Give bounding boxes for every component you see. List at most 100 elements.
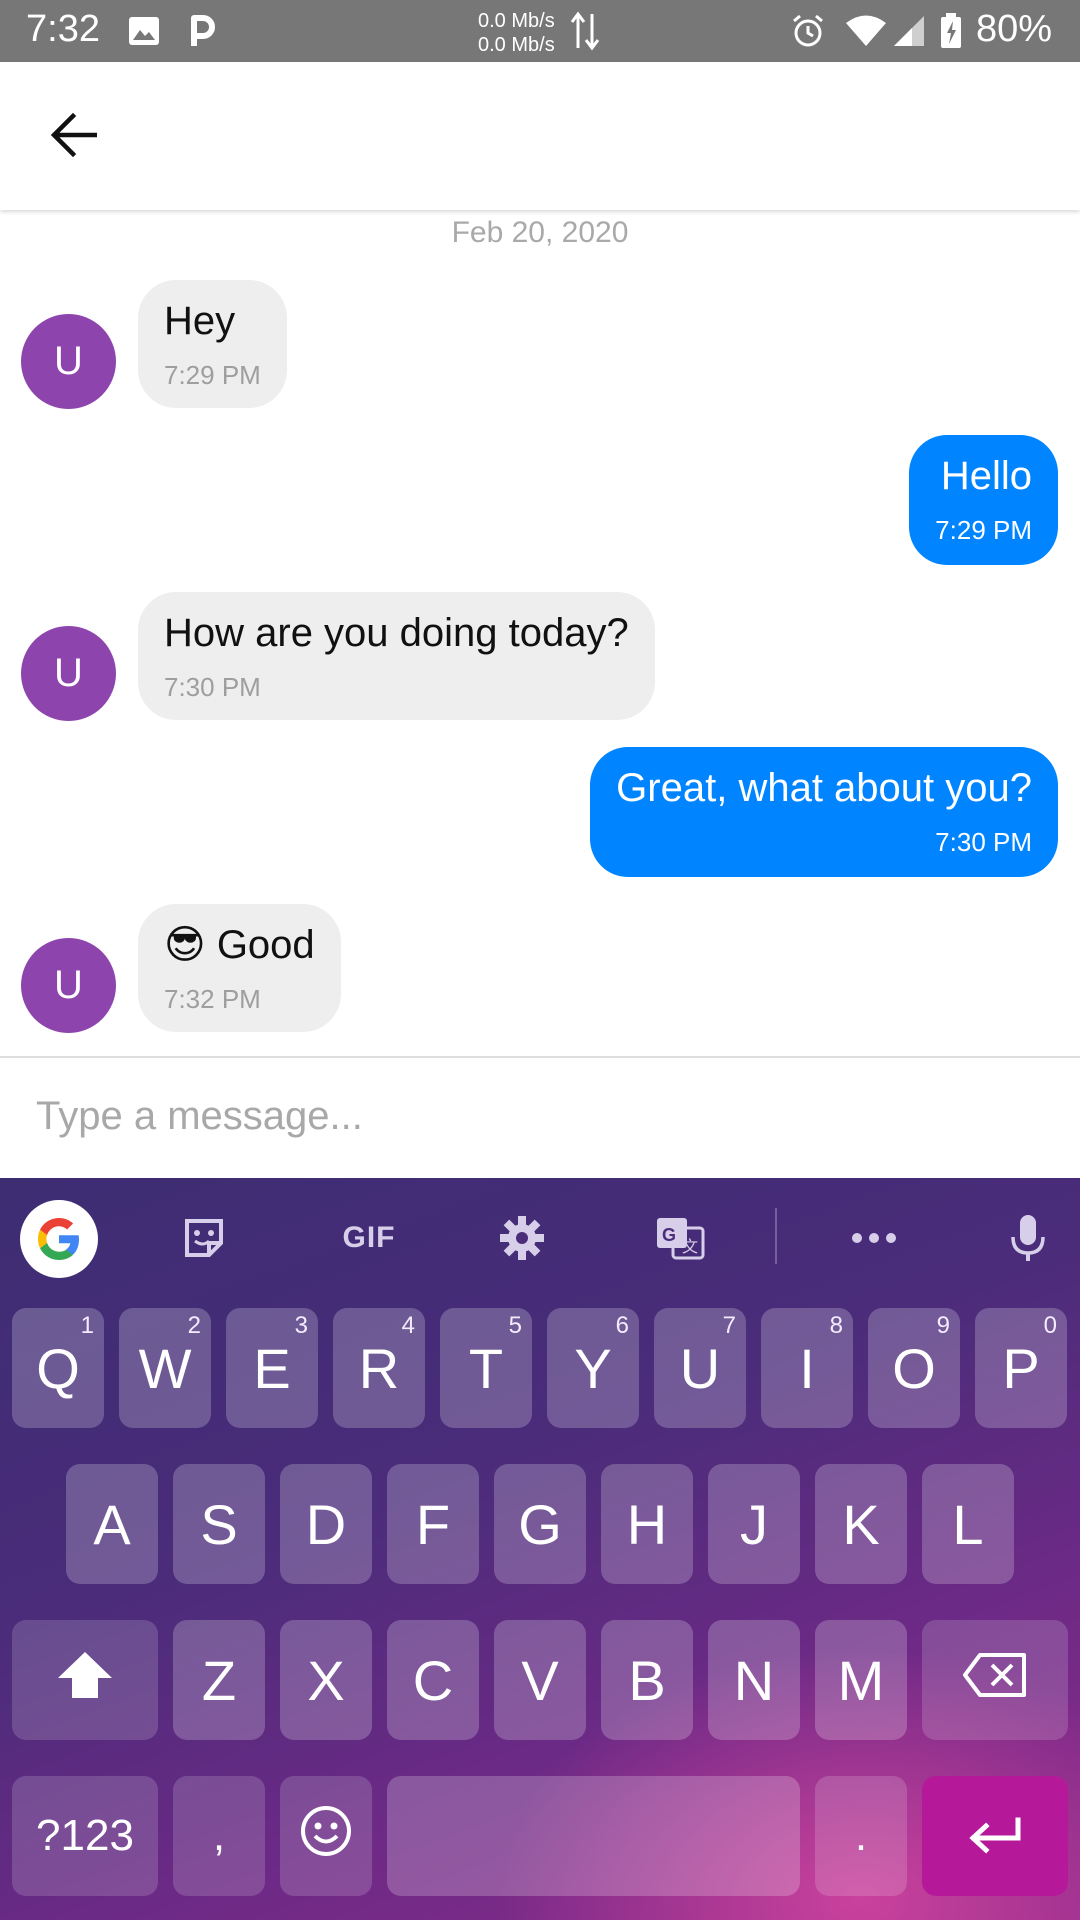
key-label: M xyxy=(837,1648,885,1712)
message-time: 7:29 PM xyxy=(935,515,1032,545)
key-label: K xyxy=(842,1492,880,1556)
gif-button[interactable]: GIF xyxy=(324,1200,414,1276)
key-label: H xyxy=(626,1492,668,1556)
key-b[interactable]: B xyxy=(601,1620,693,1740)
key-hint: 2 xyxy=(187,1312,201,1339)
app-toolbar xyxy=(0,62,1080,210)
key-label: L xyxy=(952,1492,984,1556)
backspace-key[interactable] xyxy=(922,1620,1068,1740)
key-h[interactable]: H xyxy=(601,1464,693,1584)
sticker-icon[interactable] xyxy=(166,1200,242,1276)
key-d[interactable]: D xyxy=(280,1464,372,1584)
avatar[interactable]: U xyxy=(21,314,116,409)
microphone-icon[interactable] xyxy=(990,1200,1066,1276)
key-label: . xyxy=(854,1811,868,1860)
avatar[interactable]: U xyxy=(21,938,116,1033)
key-x[interactable]: X xyxy=(280,1620,372,1740)
message-text: Hello xyxy=(940,454,1032,498)
battery-percent: 80% xyxy=(976,8,1053,50)
key-z[interactable]: Z xyxy=(173,1620,265,1740)
key-label: X xyxy=(307,1648,345,1712)
message-text: How are you doing today? xyxy=(164,611,629,655)
key-label: Y xyxy=(574,1336,612,1400)
key-c[interactable]: C xyxy=(387,1620,479,1740)
key-hint: 3 xyxy=(294,1312,308,1339)
key-hint: 7 xyxy=(722,1312,736,1339)
key-k[interactable]: K xyxy=(815,1464,907,1584)
parking-app-icon xyxy=(186,14,216,48)
key-label: J xyxy=(740,1492,768,1556)
shift-icon xyxy=(56,1650,114,1711)
space-key[interactable] xyxy=(387,1776,800,1896)
toolbar-separator xyxy=(775,1208,777,1264)
key-label: T xyxy=(468,1336,504,1400)
key-hint: 9 xyxy=(936,1312,950,1339)
image-icon xyxy=(128,14,160,48)
google-icon[interactable] xyxy=(20,1200,98,1278)
key-e[interactable]: E3 xyxy=(226,1308,318,1428)
key-t[interactable]: T5 xyxy=(440,1308,532,1428)
back-button[interactable] xyxy=(38,102,108,172)
incoming-message-bubble[interactable]: How are you doing today? 7:30 PM xyxy=(138,592,655,720)
soft-keyboard: GIF G文 Q1 W2 E3 R4 T5 Y6 U7 I8 O9 P0 A S… xyxy=(0,1178,1080,1920)
key-r[interactable]: R4 xyxy=(333,1308,425,1428)
key-l[interactable]: L xyxy=(922,1464,1014,1584)
shift-key[interactable] xyxy=(12,1620,158,1740)
network-speed: 0.0 Mb/s 0.0 Mb/s xyxy=(478,9,555,57)
svg-text:G: G xyxy=(662,1225,676,1245)
key-i[interactable]: I8 xyxy=(761,1308,853,1428)
key-label: D xyxy=(305,1492,347,1556)
key-j[interactable]: J xyxy=(708,1464,800,1584)
key-p[interactable]: P0 xyxy=(975,1308,1067,1428)
key-hint: 0 xyxy=(1043,1312,1057,1339)
message-text: Great, what about you? xyxy=(616,766,1032,810)
key-w[interactable]: W2 xyxy=(119,1308,211,1428)
key-s[interactable]: S xyxy=(173,1464,265,1584)
message-composer xyxy=(0,1058,1080,1178)
key-hint: 5 xyxy=(508,1312,522,1339)
network-speed-down: 0.0 Mb/s xyxy=(478,34,555,56)
gif-icon: GIF xyxy=(342,1221,396,1254)
key-q[interactable]: Q1 xyxy=(12,1308,104,1428)
message-list[interactable]: Feb 20, 2020 U Hey 7:29 PM Hello 7:29 PM… xyxy=(0,210,1080,1056)
key-label: V xyxy=(521,1648,559,1712)
message-text: Hey xyxy=(164,299,236,343)
key-n[interactable]: N xyxy=(708,1620,800,1740)
key-label: , xyxy=(212,1811,226,1860)
battery-charging-icon xyxy=(940,13,962,48)
key-u[interactable]: U7 xyxy=(654,1308,746,1428)
settings-gear-icon[interactable] xyxy=(484,1200,560,1276)
translate-icon[interactable]: G文 xyxy=(642,1200,718,1276)
key-m[interactable]: M xyxy=(815,1620,907,1740)
outgoing-message-bubble[interactable]: Great, what about you? 7:30 PM xyxy=(590,747,1058,877)
avatar[interactable]: U xyxy=(21,626,116,721)
alarm-icon xyxy=(790,14,826,48)
incoming-message-bubble[interactable]: 😎 Good 7:32 PM xyxy=(138,904,341,1032)
wifi-icon xyxy=(844,14,888,48)
key-a[interactable]: A xyxy=(66,1464,158,1584)
outgoing-message-bubble[interactable]: Hello 7:29 PM xyxy=(909,435,1058,565)
key-label: C xyxy=(412,1648,454,1712)
key-label: B xyxy=(628,1648,666,1712)
emoji-key[interactable] xyxy=(280,1776,372,1896)
enter-key[interactable] xyxy=(922,1776,1068,1896)
key-o[interactable]: O9 xyxy=(868,1308,960,1428)
key-label: Z xyxy=(201,1648,237,1712)
incoming-message-bubble[interactable]: Hey 7:29 PM xyxy=(138,280,287,408)
key-label: A xyxy=(93,1492,131,1556)
symbols-key[interactable]: ?123 xyxy=(12,1776,158,1896)
key-hint: 1 xyxy=(80,1312,94,1339)
key-hint: 4 xyxy=(401,1312,415,1339)
key-f[interactable]: F xyxy=(387,1464,479,1584)
comma-key[interactable]: , xyxy=(173,1776,265,1896)
message-input[interactable] xyxy=(36,1088,1036,1144)
key-v[interactable]: V xyxy=(494,1620,586,1740)
period-key[interactable]: . xyxy=(815,1776,907,1896)
more-icon[interactable] xyxy=(836,1200,912,1276)
key-hint: 8 xyxy=(829,1312,843,1339)
message-time: 7:29 PM xyxy=(164,360,261,390)
message-time: 7:30 PM xyxy=(935,827,1032,857)
key-g[interactable]: G xyxy=(494,1464,586,1584)
key-y[interactable]: Y6 xyxy=(547,1308,639,1428)
key-label: F xyxy=(415,1492,451,1556)
